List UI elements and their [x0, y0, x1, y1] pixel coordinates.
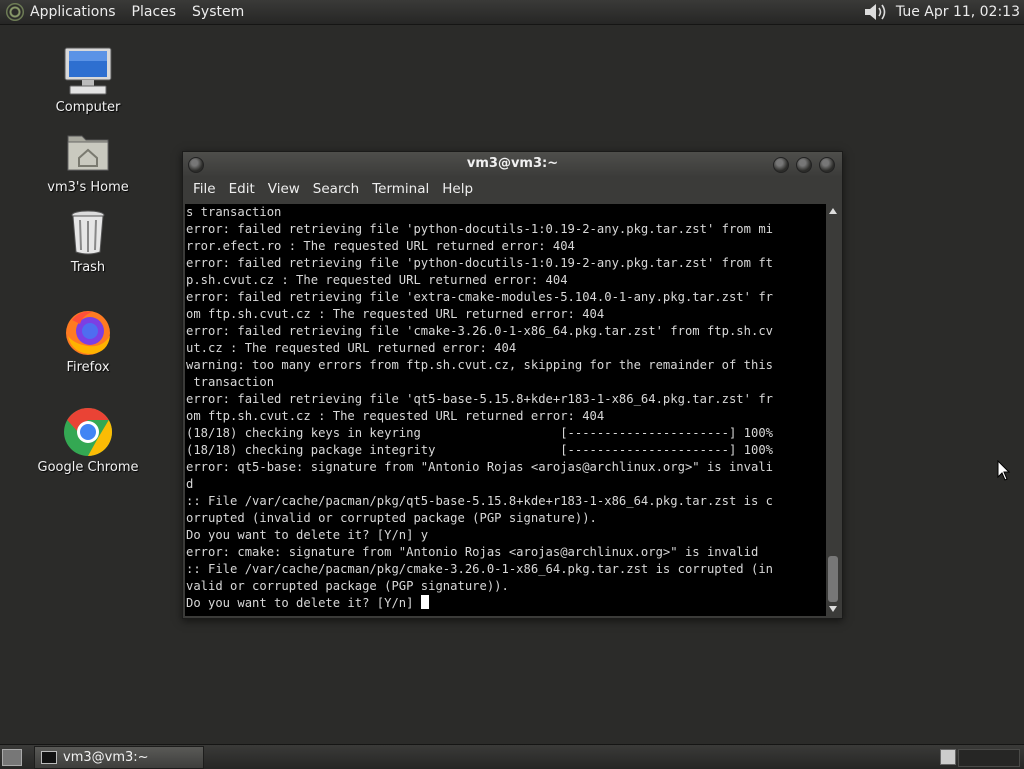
terminal-output[interactable]: s transaction error: failed retrieving fi… [185, 204, 826, 616]
scrollbar-thumb[interactable] [828, 556, 838, 602]
terminal-line: error: failed retrieving file 'python-do… [186, 256, 773, 270]
desktop-icon-firefox[interactable]: Firefox [33, 306, 143, 375]
terminal-line: ut.cz : The requested URL returned error… [186, 341, 517, 355]
terminal-menubar: File Edit View Search Terminal Help [183, 176, 842, 202]
taskbar-item-label: vm3@vm3:~ [63, 750, 149, 765]
terminal-line: d [186, 477, 194, 491]
system-menu[interactable]: System [192, 4, 244, 20]
terminal-line: rror.efect.ro : The requested URL return… [186, 239, 575, 253]
scroll-down-arrow-icon[interactable] [829, 606, 837, 612]
close-button[interactable] [819, 157, 835, 173]
desktop-icon-chrome[interactable]: Google Chrome [33, 406, 143, 475]
terminal-line: warning: too many errors from ftp.sh.cvu… [186, 358, 773, 372]
terminal-line: valid or corrupted package (PGP signatur… [186, 579, 509, 593]
places-menu[interactable]: Places [132, 4, 177, 20]
terminal-line: error: failed retrieving file 'extra-cma… [186, 290, 773, 304]
prompt-line[interactable]: Do you want to delete it? [Y/n] [185, 595, 826, 612]
terminal-scrollbar[interactable] [826, 204, 840, 616]
terminal-line: om ftp.sh.cvut.cz : The requested URL re… [186, 307, 605, 321]
desktop-icon-label: Computer [55, 100, 121, 115]
terminal-line: error: qt5-base: signature from "Antonio… [186, 460, 773, 474]
workspace-2[interactable] [958, 749, 1020, 767]
maximize-button[interactable] [796, 157, 812, 173]
applications-menu[interactable]: Applications [30, 4, 116, 20]
terminal-line: error: failed retrieving file 'qt5-base-… [186, 392, 773, 406]
terminal-line: orrupted (invalid or corrupted package (… [186, 511, 597, 525]
terminal-line: :: File /var/cache/pacman/pkg/qt5-base-5… [186, 494, 773, 508]
desktop-icon-computer[interactable]: Computer [33, 46, 143, 115]
minimize-button[interactable] [773, 157, 789, 173]
terminal-line: (18/18) checking keys in keyring [------… [186, 426, 773, 440]
terminal-line: p.sh.cvut.cz : The requested URL returne… [186, 273, 568, 287]
desktop-icon-trash[interactable]: Trash [33, 206, 143, 275]
terminal-window[interactable]: vm3@vm3:~ File Edit View Search Terminal… [182, 151, 843, 619]
menu-view[interactable]: View [268, 181, 300, 197]
terminal-line: (18/18) checking package integrity [----… [186, 443, 773, 457]
mouse-pointer-icon [997, 460, 1011, 481]
distro-logo-icon[interactable] [6, 3, 24, 21]
menu-file[interactable]: File [193, 181, 216, 197]
desktop-icon-label: Firefox [66, 360, 110, 375]
chrome-icon [64, 408, 113, 456]
menu-terminal[interactable]: Terminal [372, 181, 429, 197]
window-title: vm3@vm3:~ [466, 156, 559, 171]
terminal-line: error: failed retrieving file 'cmake-3.2… [186, 324, 773, 338]
firefox-icon [66, 311, 110, 355]
window-titlebar[interactable]: vm3@vm3:~ [183, 152, 842, 176]
workspace-1[interactable] [940, 749, 956, 765]
desktop-icon-label: vm3's Home [47, 180, 129, 195]
desktop-icon-label: Trash [70, 260, 106, 275]
terminal-line: transaction [186, 375, 275, 389]
home-folder-icon [67, 135, 109, 171]
terminal-line: :: File /var/cache/pacman/pkg/cmake-3.26… [186, 562, 773, 576]
menu-help[interactable]: Help [442, 181, 473, 197]
terminal-icon [41, 751, 57, 764]
text-cursor [420, 595, 429, 609]
terminal-line: s transaction [186, 205, 282, 219]
bottom-panel: vm3@vm3:~ [0, 744, 1024, 769]
terminal-line: Do you want to delete it? [Y/n] y [186, 528, 429, 542]
top-panel: Applications Places System Tue Apr 11, 0… [0, 0, 1024, 25]
menu-edit[interactable]: Edit [229, 181, 255, 197]
terminal-line: error: cmake: signature from "Antonio Ro… [186, 545, 759, 559]
volume-icon[interactable] [860, 2, 890, 22]
show-desktop-icon[interactable] [2, 749, 22, 766]
menu-search[interactable]: Search [313, 181, 359, 197]
terminal-line: om ftp.sh.cvut.cz : The requested URL re… [186, 409, 605, 423]
taskbar-item-terminal[interactable]: vm3@vm3:~ [34, 746, 204, 769]
prompt-text: Do you want to delete it? [Y/n] [186, 596, 421, 610]
computer-icon [64, 47, 112, 95]
desktop-icon-home[interactable]: vm3's Home [33, 126, 143, 195]
clock[interactable]: Tue Apr 11, 02:13 [896, 4, 1020, 20]
desktop-icon-label: Google Chrome [37, 460, 139, 475]
trash-icon [71, 210, 105, 255]
scroll-up-arrow-icon[interactable] [829, 208, 837, 214]
terminal-line: error: failed retrieving file 'python-do… [186, 222, 773, 236]
